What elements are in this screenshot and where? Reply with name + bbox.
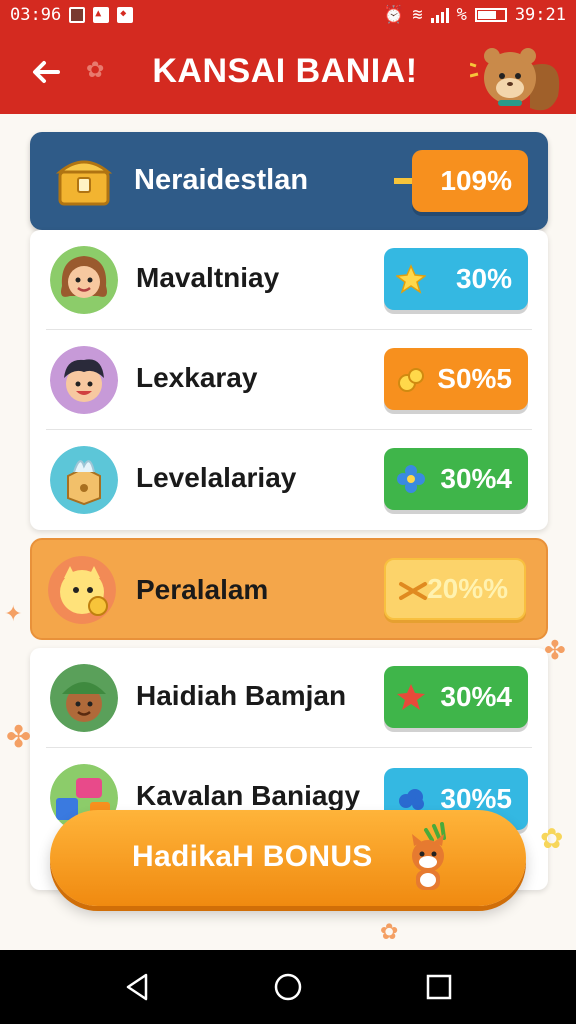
list-item-label: Mavaltniay <box>136 262 280 293</box>
signal-icon <box>430 7 449 23</box>
list-item-badge[interactable]: 30%4 <box>384 448 528 510</box>
highlighted-list-item[interactable]: Peralalam 20%% <box>30 538 548 640</box>
list-item-value: 30%4 <box>440 681 512 712</box>
message-notification-icon <box>117 7 134 23</box>
photo-notification-icon <box>69 7 86 23</box>
bonus-button-label: HadikaH BONUS <box>132 840 373 873</box>
status-time: 03:96 <box>10 5 62 25</box>
star-icon <box>396 264 426 294</box>
list-item-badge[interactable]: S0%5 <box>384 348 528 410</box>
fox-mascot-icon <box>412 822 446 890</box>
list-item-label: Kavalan Baniagy <box>136 780 361 811</box>
alarm-icon: ⏰ <box>383 5 405 25</box>
status-bar: 03:96 ⏰ ≋ % 39:21 <box>0 0 576 30</box>
battery-percent: % <box>456 5 467 25</box>
treasure-chest-icon <box>55 160 113 206</box>
highlighted-item-label: Peralalam <box>136 574 269 605</box>
girl-avatar-icon <box>50 246 118 314</box>
explorer-avatar-icon <box>50 664 118 732</box>
status-clock: 39:21 <box>514 5 566 25</box>
wifi-icon: ≋ <box>412 5 423 25</box>
list-item-label: Lexkaray <box>136 362 258 393</box>
confetti-icon: ✿ <box>540 822 564 855</box>
highlighted-item-value: 20%% <box>427 573 508 604</box>
paw-icon: ✿ <box>86 58 105 83</box>
app-notification-icon <box>93 7 110 23</box>
list-item[interactable]: Mavaltniay 30% <box>30 230 548 330</box>
system-nav-bar <box>0 950 576 1024</box>
gift-box-avatar-icon <box>50 446 118 514</box>
header-row-value: 109% <box>440 165 512 196</box>
header-row-label: Neraidestlan <box>134 164 309 196</box>
header-row[interactable]: Neraidestlan 109% <box>30 132 548 230</box>
back-arrow-icon[interactable] <box>28 54 64 90</box>
confetti-icon: ✤ <box>6 720 32 755</box>
home-circle-icon[interactable] <box>273 972 303 1002</box>
boy-avatar-icon <box>50 346 118 414</box>
confetti-icon: ✦ <box>4 602 23 627</box>
header-row-badge[interactable]: 109% <box>412 150 528 212</box>
list-item[interactable]: Lexkaray S0%5 <box>30 330 548 430</box>
squirrel-mascot-icon <box>470 48 560 111</box>
app-bar: ✿ KANSAI BANIA! <box>0 30 576 114</box>
highlighted-item-badge[interactable]: 20%% <box>384 558 526 620</box>
list-item-value: S0%5 <box>437 363 512 394</box>
page-title: KANSAI BANIA! <box>152 52 418 90</box>
coins-icon <box>398 368 424 392</box>
list-item-value: 30% <box>455 263 512 294</box>
confetti-icon: ✤ <box>544 636 566 666</box>
reward-list: Mavaltniay 30% Lexkaray S0%5 Levelalaria… <box>30 230 548 530</box>
battery-icon <box>474 8 507 22</box>
list-item[interactable]: Levelalariay 30%4 <box>30 430 548 530</box>
list-item-badge[interactable]: 30%4 <box>384 666 528 728</box>
recents-square-icon[interactable] <box>424 972 454 1002</box>
list-item-value: 30%4 <box>440 463 512 494</box>
coin-chick-avatar-icon <box>48 556 116 624</box>
confetti-icon: ✿ <box>380 920 399 945</box>
list-item[interactable]: Haidiah Bamjan 30%4 <box>30 648 548 748</box>
red-star-icon <box>397 684 425 710</box>
back-triangle-icon[interactable] <box>122 972 152 1002</box>
list-item-label: Haidiah Bamjan <box>136 680 347 711</box>
list-item-badge[interactable]: 30% <box>384 248 528 310</box>
bonus-button[interactable]: HadikaH BONUS <box>50 810 526 906</box>
list-item-label: Levelalariay <box>136 462 297 493</box>
scissors-icon <box>399 582 427 600</box>
flower-icon <box>397 465 425 493</box>
